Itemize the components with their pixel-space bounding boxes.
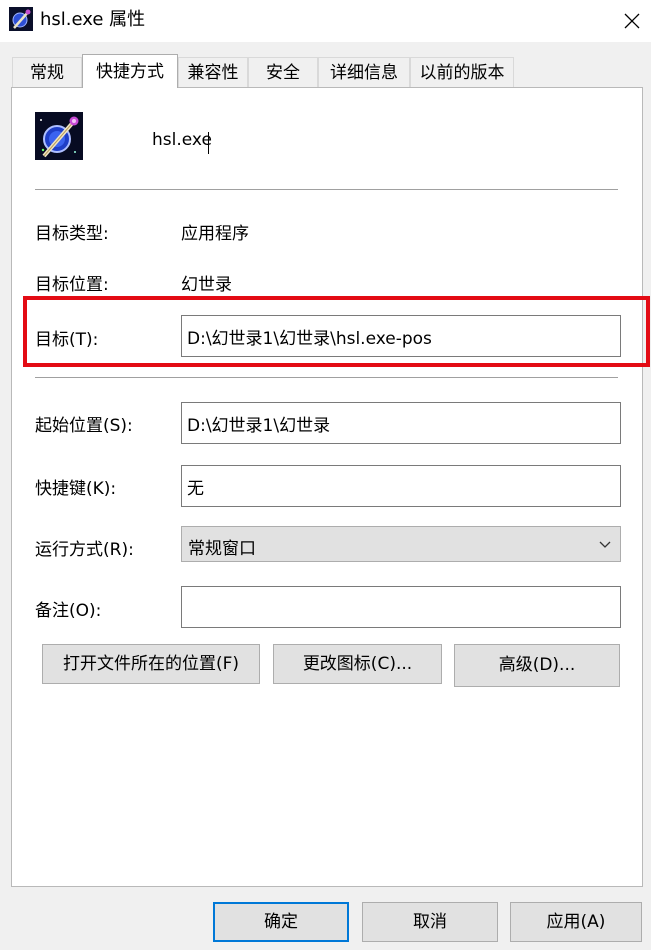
comment-input[interactable] [181,586,621,628]
run-label: 运行方式(R): [35,540,134,560]
open-file-location-button[interactable]: 打开文件所在的位置(F) [42,644,260,684]
target-label: 目标(T): [35,330,99,350]
text-caret [208,132,209,154]
chevron-down-icon [599,541,611,548]
tab-shortcut[interactable]: 快捷方式 [82,54,178,88]
tab-general[interactable]: 常规 [12,57,82,87]
run-select-value: 常规窗口 [188,539,256,559]
shortcut-name-field[interactable]: hsl.exe [152,130,212,150]
target-location-value: 幻世录 [181,275,232,295]
hotkey-label: 快捷键(K): [35,479,117,499]
tab-details[interactable]: 详细信息 [318,57,410,87]
tab-compatibility[interactable]: 兼容性 [178,57,248,87]
start-in-input[interactable]: D:\幻世录1\幻世录 [181,402,621,444]
title-bar: hsl.exe 属性 [0,0,651,42]
hotkey-input[interactable]: 无 [181,465,621,507]
advanced-button[interactable]: 高级(D)... [454,644,620,687]
tab-security[interactable]: 安全 [248,57,318,87]
shortcut-app-icon [35,112,83,160]
apply-button[interactable]: 应用(A) [510,902,642,942]
window-title: hsl.exe 属性 [40,9,146,30]
target-type-label: 目标类型: [35,224,109,244]
run-select[interactable]: 常规窗口 [181,526,621,562]
target-type-value: 应用程序 [181,224,249,244]
change-icon-button[interactable]: 更改图标(C)... [273,644,442,684]
divider-middle [35,377,618,378]
target-location-label: 目标位置: [35,275,109,295]
cancel-button[interactable]: 取消 [362,902,498,942]
tab-previous-versions[interactable]: 以前的版本 [410,57,514,87]
target-input[interactable]: D:\幻世录1\幻世录\hsl.exe-pos [181,315,621,357]
start-in-label: 起始位置(S): [35,416,133,436]
app-title-icon [9,7,33,31]
divider-top [35,189,618,190]
close-button[interactable] [616,4,648,36]
close-icon [624,13,640,29]
ok-button[interactable]: 确定 [213,902,349,942]
comment-label: 备注(O): [35,601,102,621]
